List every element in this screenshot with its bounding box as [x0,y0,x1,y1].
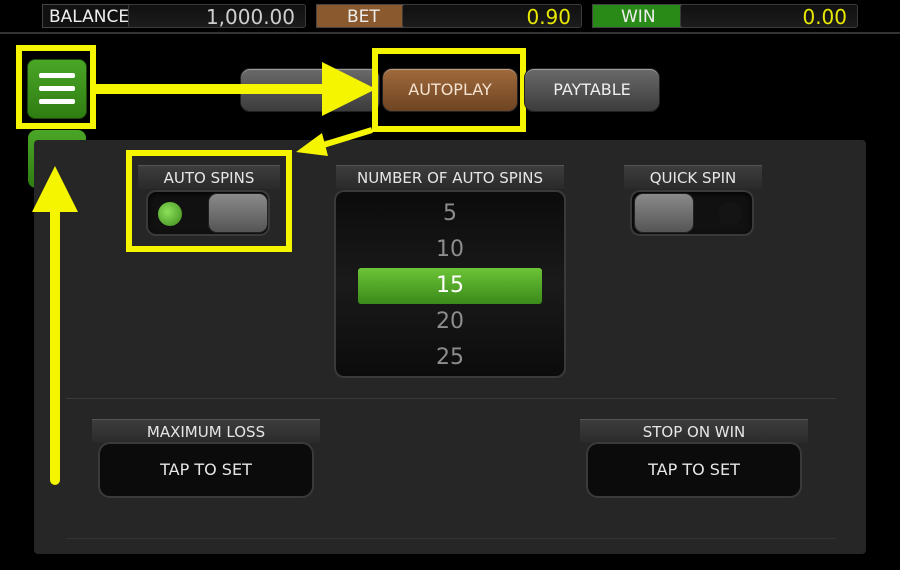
arrow-head-left [296,133,328,156]
annotation-arrows [32,62,376,485]
arrow-head-up [32,166,78,212]
arrow-head-right [322,62,376,116]
arrow-autoplay-to-autospins [319,127,373,149]
